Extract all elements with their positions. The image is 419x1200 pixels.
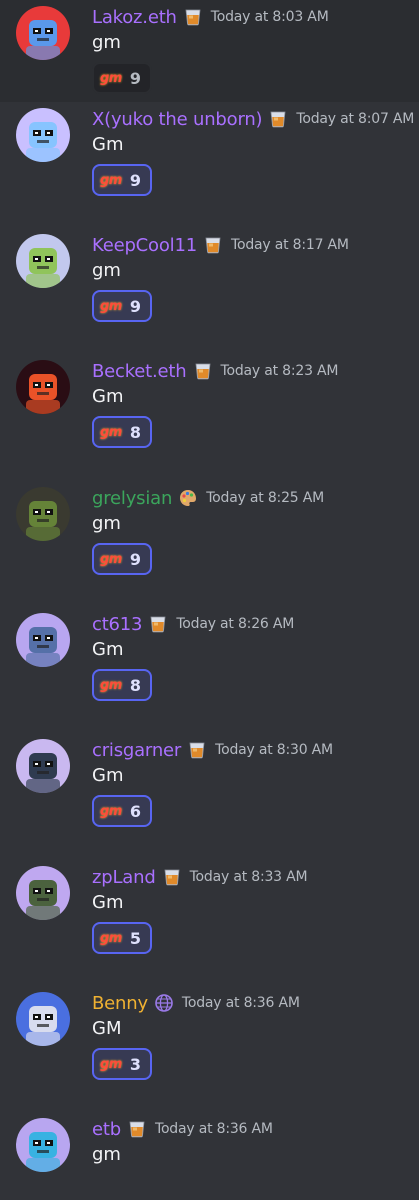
reaction-button[interactable]: gm 9 (92, 290, 152, 322)
message-text: Gm (92, 639, 124, 660)
timestamp: Today at 8:03 AM (210, 9, 329, 25)
chat-message: ct613 Today at 8:26 AM Gm gm 8 (0, 607, 419, 733)
message-feed: Lakoz.eth Today at 8:03 AM gm gm 9 X(yuk… (0, 0, 419, 1200)
chat-message: Lakoz.eth Today at 8:03 AM gm gm 9 (0, 0, 419, 102)
etb-avatar[interactable] (16, 1118, 70, 1172)
reaction-count: 9 (129, 296, 141, 316)
timestamp: Today at 8:30 AM (215, 742, 333, 758)
timestamp: Today at 8:36 AM (181, 995, 300, 1011)
reaction-count: 9 (129, 68, 141, 88)
becket-avatar[interactable] (16, 360, 70, 414)
message-text: Gm (92, 134, 124, 155)
message-text: GM (92, 1018, 122, 1039)
zpland-avatar[interactable] (16, 866, 70, 920)
message-text: Gm (92, 386, 124, 407)
username[interactable]: zpLand (92, 867, 156, 888)
chat-message: KeepCool11 Today at 8:17 AM gm gm 9 (0, 228, 419, 354)
chat-message: Becket.eth Today at 8:23 AM Gm gm 8 (0, 354, 419, 480)
timestamp: Today at 8:07 AM (296, 111, 415, 127)
crisgarner-avatar[interactable] (16, 739, 70, 793)
timestamp: Today at 8:26 AM (176, 616, 295, 632)
whiskey-glass-icon (127, 1119, 147, 1139)
chat-message: etb Today at 8:36 AM gm (0, 1112, 419, 1200)
message-header: zpLand Today at 8:33 AM (92, 864, 308, 890)
chat-message: crisgarner Today at 8:30 AM Gm gm 6 (0, 733, 419, 859)
timestamp: Today at 8:25 AM (206, 490, 324, 506)
artist-palette-icon (178, 488, 198, 508)
username[interactable]: crisgarner (92, 740, 181, 761)
username[interactable]: etb (92, 1119, 121, 1140)
username[interactable]: X(yuko the unborn) (92, 109, 263, 130)
reaction-button[interactable]: gm 3 (92, 1048, 152, 1080)
timestamp: Today at 8:17 AM (230, 237, 349, 253)
reaction-button[interactable]: gm 9 (92, 543, 152, 575)
username[interactable]: Becket.eth (92, 361, 187, 382)
message-text: gm (92, 1144, 121, 1165)
reaction-button[interactable]: gm 9 (92, 164, 152, 196)
reaction-button[interactable]: gm 6 (92, 795, 152, 827)
reaction-count: 9 (129, 170, 141, 190)
whiskey-glass-icon (183, 7, 203, 27)
message-header: Lakoz.eth Today at 8:03 AM (92, 4, 329, 30)
gm-emoji-icon: gm (100, 930, 122, 946)
gm-emoji-icon: gm (100, 677, 122, 693)
grelysian-avatar[interactable] (16, 487, 70, 541)
reaction-count: 8 (129, 675, 141, 695)
globe-icon (154, 993, 174, 1013)
gm-emoji-icon: gm (100, 551, 122, 567)
chat-message: zpLand Today at 8:33 AM Gm gm 5 (0, 860, 419, 986)
timestamp: Today at 8:33 AM (189, 869, 308, 885)
benny-avatar[interactable] (16, 992, 70, 1046)
chat-message: grelysian Today at 8:25 AM gm gm 9 (0, 481, 419, 607)
gm-emoji-icon: gm (100, 172, 122, 188)
username[interactable]: Benny (92, 993, 148, 1014)
reaction-button[interactable]: gm 9 (92, 62, 152, 94)
message-text: gm (92, 260, 121, 281)
message-header: etb Today at 8:36 AM (92, 1116, 273, 1142)
message-header: X(yuko the unborn) Today at 8:07 AM (92, 106, 414, 132)
timestamp: Today at 8:36 AM (154, 1121, 273, 1137)
whiskey-glass-icon (193, 361, 213, 381)
whiskey-glass-icon (162, 867, 182, 887)
whiskey-glass-icon (268, 109, 288, 129)
keepcool-avatar[interactable] (16, 234, 70, 288)
whiskey-glass-icon (203, 235, 223, 255)
message-text: Gm (92, 765, 124, 786)
gm-emoji-icon: gm (100, 803, 122, 819)
timestamp: Today at 8:23 AM (220, 363, 339, 379)
message-header: Benny Today at 8:36 AM (92, 990, 300, 1016)
chat-message: Benny Today at 8:36 AM GM gm 3 (0, 986, 419, 1112)
chat-message: X(yuko the unborn) Today at 8:07 AM Gm g… (0, 102, 419, 228)
ct613-avatar[interactable] (16, 613, 70, 667)
reaction-count: 3 (129, 1054, 141, 1074)
reaction-count: 8 (129, 422, 141, 442)
message-text: gm (92, 513, 121, 534)
message-header: Becket.eth Today at 8:23 AM (92, 358, 339, 384)
username[interactable]: KeepCool11 (92, 235, 197, 256)
message-header: ct613 Today at 8:26 AM (92, 611, 294, 637)
message-text: Gm (92, 892, 124, 913)
reaction-count: 9 (129, 549, 141, 569)
lakoz-avatar[interactable] (16, 6, 70, 60)
username[interactable]: ct613 (92, 614, 143, 635)
message-header: KeepCool11 Today at 8:17 AM (92, 232, 349, 258)
message-text: gm (92, 32, 121, 53)
message-header: grelysian Today at 8:25 AM (92, 485, 324, 511)
reaction-count: 6 (129, 801, 141, 821)
yuko-avatar[interactable] (16, 108, 70, 162)
whiskey-glass-icon (187, 740, 207, 760)
whiskey-glass-icon (148, 614, 168, 634)
reaction-button[interactable]: gm 8 (92, 669, 152, 701)
reaction-button[interactable]: gm 8 (92, 416, 152, 448)
username[interactable]: grelysian (92, 488, 172, 509)
gm-emoji-icon: gm (100, 70, 122, 86)
gm-emoji-icon: gm (100, 424, 122, 440)
gm-emoji-icon: gm (100, 1056, 122, 1072)
username[interactable]: Lakoz.eth (92, 7, 177, 28)
reaction-count: 5 (129, 928, 141, 948)
reaction-button[interactable]: gm 5 (92, 922, 152, 954)
message-header: crisgarner Today at 8:30 AM (92, 737, 333, 763)
gm-emoji-icon: gm (100, 298, 122, 314)
